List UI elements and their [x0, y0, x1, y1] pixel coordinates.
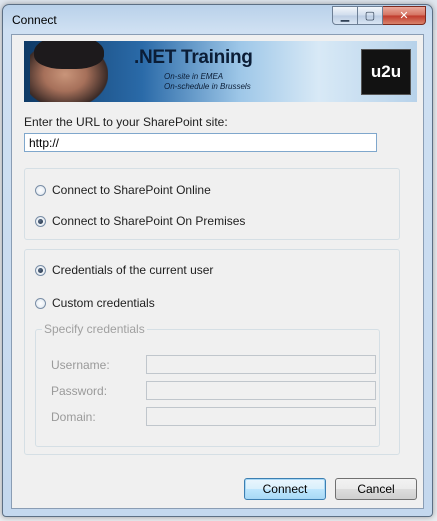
custom-credentials-radio[interactable] — [35, 297, 46, 309]
current-user-radio[interactable] — [35, 264, 46, 276]
u2u-logo-text: u2u — [370, 62, 402, 81]
training-banner: .NET Training On-site in EMEA On-schedul… — [24, 41, 417, 102]
onprem-radio[interactable] — [35, 215, 46, 227]
onprem-label: Connect to SharePoint On Premises — [52, 214, 246, 228]
custom-credentials-option[interactable]: Custom credentials — [35, 296, 155, 310]
u2u-logo: u2u — [361, 49, 411, 95]
online-label: Connect to SharePoint Online — [52, 183, 211, 197]
minimize-icon: ▁ — [340, 10, 350, 22]
cancel-button[interactable]: Cancel — [335, 478, 417, 500]
online-option[interactable]: Connect to SharePoint Online — [35, 183, 211, 197]
banner-subtitle-1: On-site in EMEA — [164, 72, 224, 81]
username-label: Username: — [51, 358, 110, 372]
window-title: Connect — [12, 13, 57, 27]
dialog-client-area: .NET Training On-site in EMEA On-schedul… — [11, 34, 424, 509]
online-radio[interactable] — [35, 184, 46, 196]
url-label: Enter the URL to your SharePoint site: — [24, 115, 228, 129]
close-button[interactable]: ✕ — [383, 6, 426, 25]
url-input[interactable] — [24, 133, 377, 152]
cancel-button-label: Cancel — [357, 482, 395, 496]
banner-subtitle-2: On-schedule in Brussels — [164, 82, 251, 91]
custom-credentials-label: Custom credentials — [52, 296, 155, 310]
connect-button[interactable]: Connect — [244, 478, 326, 500]
minimize-button[interactable]: ▁ — [332, 6, 358, 25]
caption-buttons: ▁ ▢ ✕ — [332, 6, 426, 25]
specify-credentials-legend: Specify credentials — [42, 322, 147, 336]
specify-credentials-group: Specify credentials Username: Password: … — [35, 322, 380, 447]
username-field — [146, 355, 376, 374]
credentials-group: Credentials of the current user Custom c… — [24, 249, 400, 455]
password-label: Password: — [51, 384, 108, 398]
password-field — [146, 381, 376, 400]
maximize-button[interactable]: ▢ — [358, 6, 383, 25]
title-bar[interactable]: Connect ▁ ▢ ✕ — [3, 5, 432, 33]
banner-person-hair — [34, 41, 104, 69]
maximize-icon: ▢ — [364, 10, 376, 22]
domain-field — [146, 407, 376, 426]
domain-label: Domain: — [51, 410, 96, 424]
banner-title: .NET Training — [134, 47, 253, 68]
connect-dialog: Connect ▁ ▢ ✕ .NET Training On-site in E… — [2, 4, 433, 517]
current-user-label: Credentials of the current user — [52, 263, 214, 277]
current-user-option[interactable]: Credentials of the current user — [35, 263, 213, 277]
connect-button-label: Connect — [262, 482, 308, 496]
onprem-option[interactable]: Connect to SharePoint On Premises — [35, 214, 245, 228]
connection-type-group: Connect to SharePoint Online Connect to … — [24, 168, 400, 240]
close-icon: ✕ — [399, 10, 409, 22]
